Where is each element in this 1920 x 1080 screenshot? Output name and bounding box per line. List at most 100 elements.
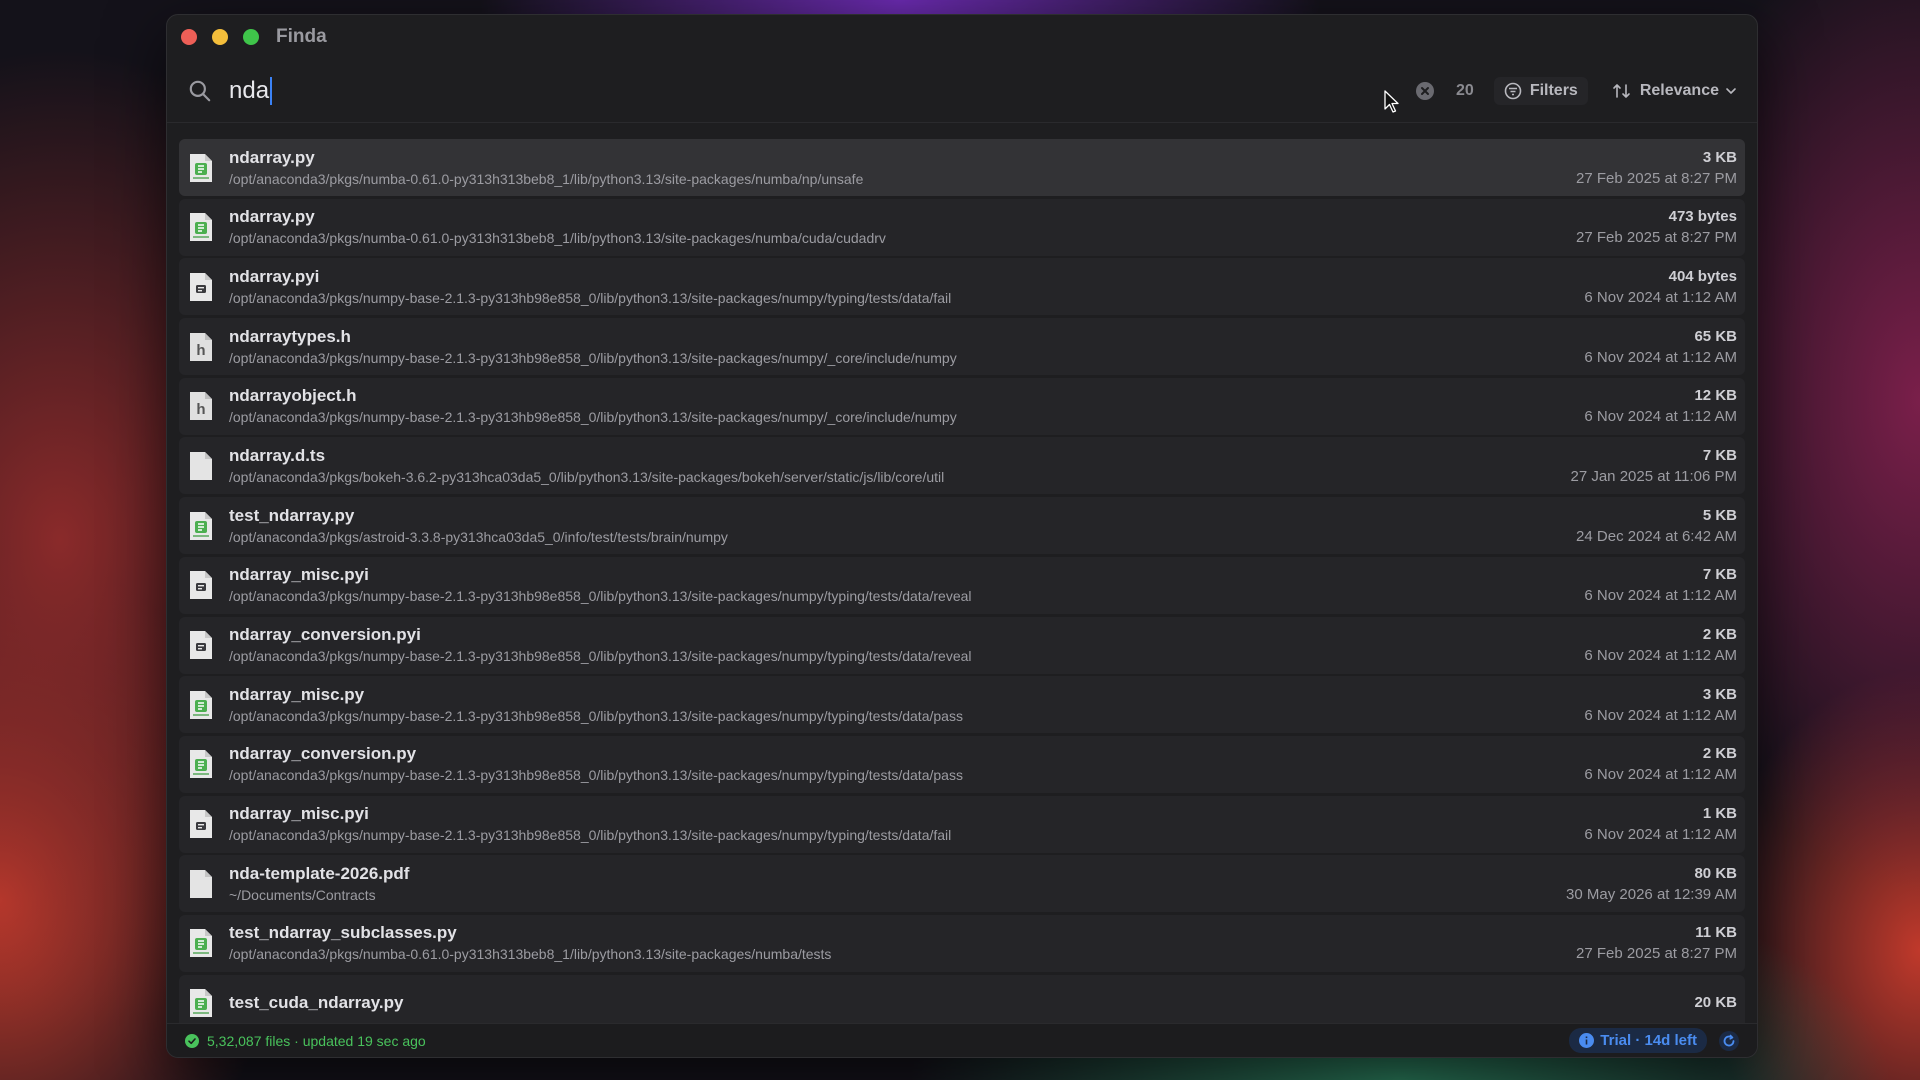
chevron-down-icon	[1726, 87, 1736, 94]
result-info: 3 KB 27 Feb 2025 at 8:27 PM	[1576, 147, 1737, 189]
file-size: 7 KB	[1702, 446, 1737, 464]
file-size: 11 KB	[1695, 924, 1737, 942]
python-file-icon	[189, 988, 213, 1018]
file-size: 65 KB	[1694, 327, 1737, 345]
sort-dropdown[interactable]: Relevance	[1612, 82, 1737, 100]
result-info: 7 KB 27 Jan 2025 at 11:06 PM	[1570, 445, 1737, 487]
result-row[interactable]: ndarray.pyi/opt/anaconda3/pkgs/numpy-bas…	[179, 258, 1745, 316]
result-row[interactable]: ndarray.py/opt/anaconda3/pkgs/numba-0.61…	[179, 198, 1745, 256]
result-meta: ndarray_conversion.py/opt/anaconda3/pkgs…	[229, 743, 1584, 785]
file-date: 27 Feb 2025 at 8:27 PM	[1576, 169, 1737, 187]
result-row[interactable]: h ndarraytypes.h/opt/anaconda3/pkgs/numpy…	[179, 318, 1745, 376]
title-bar: Finda	[167, 15, 1757, 59]
file-path: /opt/anaconda3/pkgs/numba-0.61.0-py313h3…	[229, 170, 864, 187]
file-date: 6 Nov 2024 at 1:12 AM	[1584, 826, 1737, 844]
python-file-icon	[189, 511, 213, 541]
result-row[interactable]: ndarray_misc.pyi/opt/anaconda3/pkgs/nump…	[179, 795, 1745, 853]
check-circle-icon	[185, 1033, 199, 1048]
result-row[interactable]: ndarray_misc.pyi/opt/anaconda3/pkgs/nump…	[179, 556, 1745, 614]
file-date: 6 Nov 2024 at 1:12 AM	[1584, 408, 1737, 426]
stub-file-icon	[189, 272, 213, 302]
filters-label: Filters	[1529, 81, 1578, 99]
result-info: 1 KB 6 Nov 2024 at 1:12 AM	[1584, 803, 1737, 845]
file-path: /opt/anaconda3/pkgs/numpy-base-2.1.3-py3…	[229, 648, 972, 664]
minimize-window-button[interactable]	[212, 29, 228, 45]
trial-label: Trial · 14d left	[1600, 1032, 1697, 1049]
result-meta: test_cuda_ndarray.py	[229, 992, 1694, 1014]
file-path: /opt/anaconda3/pkgs/numpy-base-2.1.3-py3…	[229, 289, 952, 306]
result-row[interactable]: ndarray_conversion.pyi/opt/anaconda3/pkg…	[179, 616, 1745, 674]
result-meta: ndarrayobject.h/opt/anaconda3/pkgs/numpy…	[229, 385, 1584, 427]
python-file-icon	[189, 928, 213, 958]
result-row[interactable]: test_cuda_ndarray.py 20 KB	[179, 974, 1745, 1025]
zoom-window-button[interactable]	[243, 29, 259, 45]
file-path: /opt/anaconda3/pkgs/numba-0.61.0-py313h3…	[229, 230, 886, 247]
filters-button[interactable]: Filters	[1493, 76, 1588, 105]
file-size: 3 KB	[1702, 685, 1737, 703]
svg-text:h: h	[196, 342, 205, 359]
result-row[interactable]: ndarray.py/opt/anaconda3/pkgs/numba-0.61…	[179, 139, 1745, 196]
result-info: 12 KB 6 Nov 2024 at 1:12 AM	[1584, 385, 1737, 427]
file-size: 20 KB	[1694, 994, 1737, 1012]
result-info: 2 KB 6 Nov 2024 at 1:12 AM	[1584, 624, 1737, 666]
text-caret	[270, 76, 273, 105]
close-window-button[interactable]	[181, 29, 197, 45]
results-list: ndarray.py/opt/anaconda3/pkgs/numba-0.61…	[179, 139, 1745, 1025]
file-size: 80 KB	[1694, 864, 1737, 882]
clear-search-icon[interactable]	[1416, 81, 1435, 100]
file-size: 12 KB	[1694, 387, 1737, 405]
search-icon	[189, 80, 211, 101]
result-info: 2 KB 6 Nov 2024 at 1:12 AM	[1584, 743, 1737, 785]
file-path: /opt/anaconda3/pkgs/numba-0.61.0-py313h3…	[229, 946, 832, 963]
result-row[interactable]: nda-template-2026.pdf ~/Documents/Contrac…	[179, 855, 1745, 913]
file-name: ndarray_misc.py	[229, 684, 365, 704]
index-status-text: 5,32,087 files · updated 19 sec ago	[207, 1032, 426, 1049]
file-size: 7 KB	[1702, 566, 1737, 584]
search-bar: nda 20 Filters Relevance	[167, 59, 1757, 123]
file-name: ndarray_conversion.pyi	[229, 625, 421, 644]
file-size: 404 bytes	[1668, 267, 1737, 285]
result-info: 473 bytes 27 Feb 2025 at 8:27 PM	[1576, 206, 1737, 248]
file-size: 473 bytes	[1668, 208, 1737, 226]
file-size: 2 KB	[1702, 745, 1737, 763]
file-path: /opt/anaconda3/pkgs/numpy-base-2.1.3-py3…	[229, 827, 952, 844]
file-path: /opt/anaconda3/pkgs/numpy-base-2.1.3-py3…	[229, 409, 957, 426]
status-bar: 5,32,087 files · updated 19 sec ago Tria…	[167, 1023, 1757, 1057]
result-info: 3 KB 6 Nov 2024 at 1:12 AM	[1584, 684, 1737, 726]
result-row[interactable]: h ndarrayobject.h/opt/anaconda3/pkgs/nump…	[179, 377, 1745, 435]
file-date: 30 May 2026 at 12:39 AM	[1566, 885, 1737, 903]
trial-badge[interactable]: Trial · 14d left	[1569, 1028, 1707, 1053]
file-path: /opt/anaconda3/pkgs/numpy-base-2.1.3-py3…	[229, 767, 963, 784]
file-name: ndarray.py	[229, 147, 315, 167]
file-size: 1 KB	[1702, 805, 1737, 823]
search-input[interactable]: nda	[229, 76, 1416, 105]
file-name: ndarray.py	[229, 207, 315, 227]
refresh-icon[interactable]	[1719, 1030, 1739, 1051]
result-row[interactable]: ndarray_conversion.py/opt/anaconda3/pkgs…	[179, 735, 1745, 793]
file-name: test_ndarray.py	[229, 505, 355, 525]
document-icon	[189, 451, 213, 481]
file-path: /opt/anaconda3/pkgs/bokeh-3.6.2-py313hca…	[229, 468, 945, 485]
window-title: Finda	[276, 26, 327, 47]
file-date: 6 Nov 2024 at 1:12 AM	[1584, 706, 1737, 724]
file-size: 5 KB	[1702, 506, 1737, 524]
result-count: 20	[1456, 81, 1474, 99]
python-file-icon	[189, 212, 213, 242]
svg-text:h: h	[196, 401, 205, 418]
file-date: 6 Nov 2024 at 1:12 AM	[1584, 348, 1737, 366]
file-name: ndarray.pyi	[229, 266, 320, 286]
python-file-icon	[189, 690, 213, 720]
file-date: 27 Feb 2025 at 8:27 PM	[1576, 229, 1737, 247]
result-meta: ndarray_misc.py/opt/anaconda3/pkgs/numpy…	[229, 684, 1584, 726]
result-row[interactable]: test_ndarray.py/opt/anaconda3/pkgs/astro…	[179, 497, 1745, 555]
result-row[interactable]: test_ndarray_subclasses.py/opt/anaconda3…	[179, 914, 1745, 972]
filter-icon	[1504, 82, 1522, 99]
result-row[interactable]: ndarray_misc.py/opt/anaconda3/pkgs/numpy…	[179, 676, 1745, 734]
search-query: nda	[229, 76, 270, 104]
result-row[interactable]: ndarray.d.ts/opt/anaconda3/pkgs/bokeh-3.…	[179, 437, 1745, 495]
result-info: 5 KB 24 Dec 2024 at 6:42 AM	[1576, 505, 1737, 547]
file-date: 6 Nov 2024 at 1:12 AM	[1584, 288, 1737, 306]
file-date: 6 Nov 2024 at 1:12 AM	[1584, 766, 1737, 784]
file-name: ndarrayobject.h	[229, 386, 357, 406]
result-info: 20 KB	[1694, 992, 1737, 1014]
